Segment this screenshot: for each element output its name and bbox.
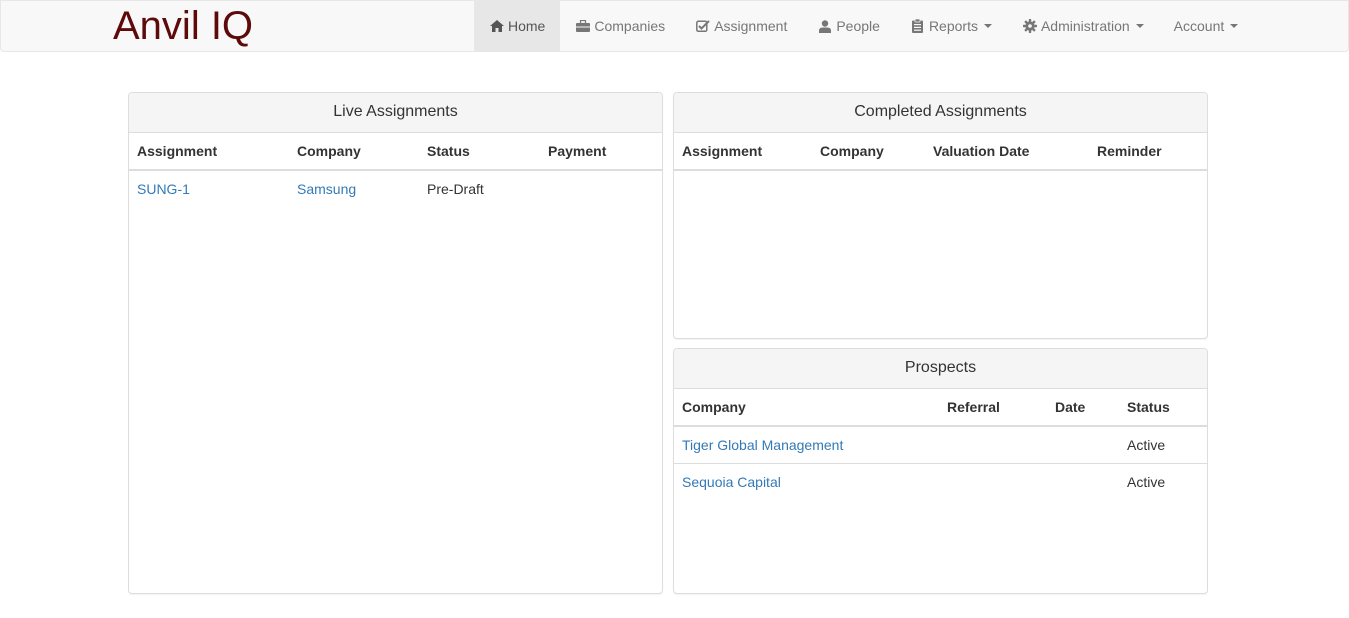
main-nav: Home Companies Assignment People Reports <box>474 1 1253 51</box>
prospect-company-link[interactable]: Sequoia Capital <box>682 474 781 490</box>
chevron-down-icon <box>1135 24 1144 28</box>
table-header-row: Assignment Company Status Payment <box>129 133 662 171</box>
prospects-title: Prospects <box>674 349 1207 389</box>
nav-home[interactable]: Home <box>474 1 561 51</box>
date-cell <box>1047 464 1119 501</box>
column-header-status[interactable]: Status <box>1119 389 1207 427</box>
column-header-reminder[interactable]: Reminder <box>1089 133 1207 171</box>
status-cell: Pre-Draft <box>427 181 484 197</box>
table-row: SUNG-1 Samsung Pre-Draft <box>129 170 662 207</box>
referral-cell <box>939 464 1047 501</box>
table-row: Tiger Global Management Active <box>674 426 1207 464</box>
nav-account[interactable]: Account <box>1159 1 1254 51</box>
table-header-row: Company Referral Date Status <box>674 389 1207 427</box>
payment-cell <box>540 170 662 207</box>
status-cell: Active <box>1119 426 1207 464</box>
nav-reports-label: Reports <box>928 18 978 34</box>
nav-administration-label: Administration <box>1040 18 1130 34</box>
completed-assignments-panel: Completed Assignments Assignment Company… <box>673 92 1208 339</box>
column-header-status[interactable]: Status <box>419 133 540 171</box>
column-header-company[interactable]: Company <box>674 389 939 427</box>
referral-cell <box>939 426 1047 464</box>
user-icon <box>817 19 833 33</box>
chevron-down-icon <box>1230 24 1239 28</box>
table-row: Sequoia Capital Active <box>674 464 1207 501</box>
assignment-link[interactable]: SUNG-1 <box>137 181 190 197</box>
completed-assignments-title: Completed Assignments <box>674 93 1207 133</box>
column-header-date[interactable]: Date <box>1047 389 1119 427</box>
date-cell <box>1047 426 1119 464</box>
top-navbar: Anvil IQ Home Companies Assignment Peopl… <box>0 0 1349 52</box>
nav-companies[interactable]: Companies <box>560 1 680 51</box>
company-link[interactable]: Samsung <box>297 181 356 197</box>
nav-reports[interactable]: Reports <box>895 1 1007 51</box>
live-assignments-panel: Live Assignments Assignment Company Stat… <box>128 92 663 594</box>
nav-administration[interactable]: Administration <box>1007 1 1159 51</box>
column-header-payment[interactable]: Payment <box>540 133 662 171</box>
brand-logo[interactable]: Anvil IQ <box>113 4 253 48</box>
home-icon <box>489 19 505 33</box>
prospect-company-link[interactable]: Tiger Global Management <box>682 437 843 453</box>
live-assignments-table: Assignment Company Status Payment SUNG-1… <box>129 133 662 207</box>
nav-assignment[interactable]: Assignment <box>680 1 802 51</box>
nav-assignment-label: Assignment <box>714 18 788 34</box>
nav-people[interactable]: People <box>802 1 895 51</box>
column-header-valuation-date[interactable]: Valuation Date <box>925 133 1089 171</box>
chevron-down-icon <box>983 24 992 28</box>
clipboard-icon <box>910 19 926 33</box>
column-header-referral[interactable]: Referral <box>939 389 1047 427</box>
prospects-panel: Prospects Company Referral Date Status T… <box>673 348 1208 594</box>
briefcase-icon <box>575 19 591 33</box>
nav-companies-label: Companies <box>594 18 666 34</box>
column-header-company[interactable]: Company <box>289 133 419 171</box>
prospects-table: Company Referral Date Status Tiger Globa… <box>674 389 1207 500</box>
gear-icon <box>1022 19 1038 33</box>
nav-account-label: Account <box>1173 18 1225 34</box>
column-header-assignment[interactable]: Assignment <box>129 133 289 171</box>
column-header-company[interactable]: Company <box>812 133 925 171</box>
nav-home-label: Home <box>508 18 546 34</box>
nav-people-label: People <box>836 18 880 34</box>
live-assignments-title: Live Assignments <box>129 93 662 133</box>
check-square-icon <box>695 19 711 33</box>
completed-assignments-table: Assignment Company Valuation Date Remind… <box>674 133 1207 171</box>
table-header-row: Assignment Company Valuation Date Remind… <box>674 133 1207 171</box>
column-header-assignment[interactable]: Assignment <box>674 133 812 171</box>
status-cell: Active <box>1127 474 1166 490</box>
